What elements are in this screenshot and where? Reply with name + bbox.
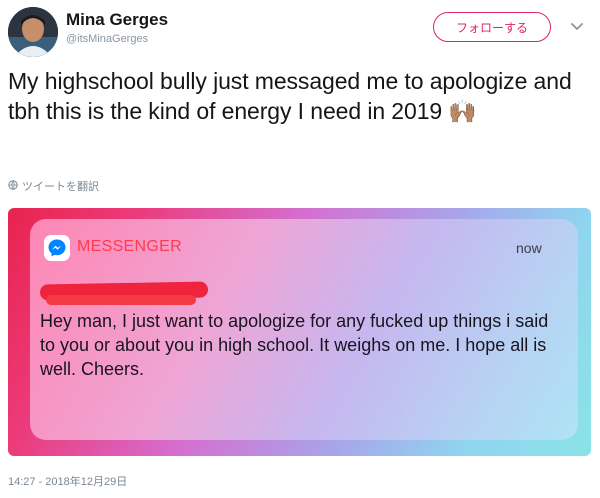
avatar[interactable] bbox=[8, 7, 58, 57]
follow-button[interactable]: フォローする bbox=[433, 12, 551, 42]
author-name[interactable]: Mina Gerges bbox=[66, 10, 168, 30]
follow-button-label: フォローする bbox=[455, 20, 528, 35]
translate-label: ツイートを翻訳 bbox=[22, 181, 99, 193]
chevron-down-icon[interactable] bbox=[566, 16, 588, 38]
globe-icon bbox=[8, 179, 18, 193]
messenger-icon bbox=[44, 235, 70, 261]
tweet-text: My highschool bully just messaged me to … bbox=[8, 68, 572, 124]
author-handle[interactable]: @itsMinaGerges bbox=[66, 33, 148, 45]
notification-message: Hey man, I just want to apologize for an… bbox=[40, 311, 549, 379]
redacted-sender-name-scribble bbox=[46, 295, 196, 305]
tweet-timestamp[interactable]: 14:27 - 2018年12月29日 bbox=[8, 473, 127, 489]
notification-app-name: MESSENGER bbox=[77, 238, 182, 255]
translate-link[interactable]: ツイートを翻訳 bbox=[8, 178, 99, 194]
notification-time: now bbox=[516, 240, 542, 256]
